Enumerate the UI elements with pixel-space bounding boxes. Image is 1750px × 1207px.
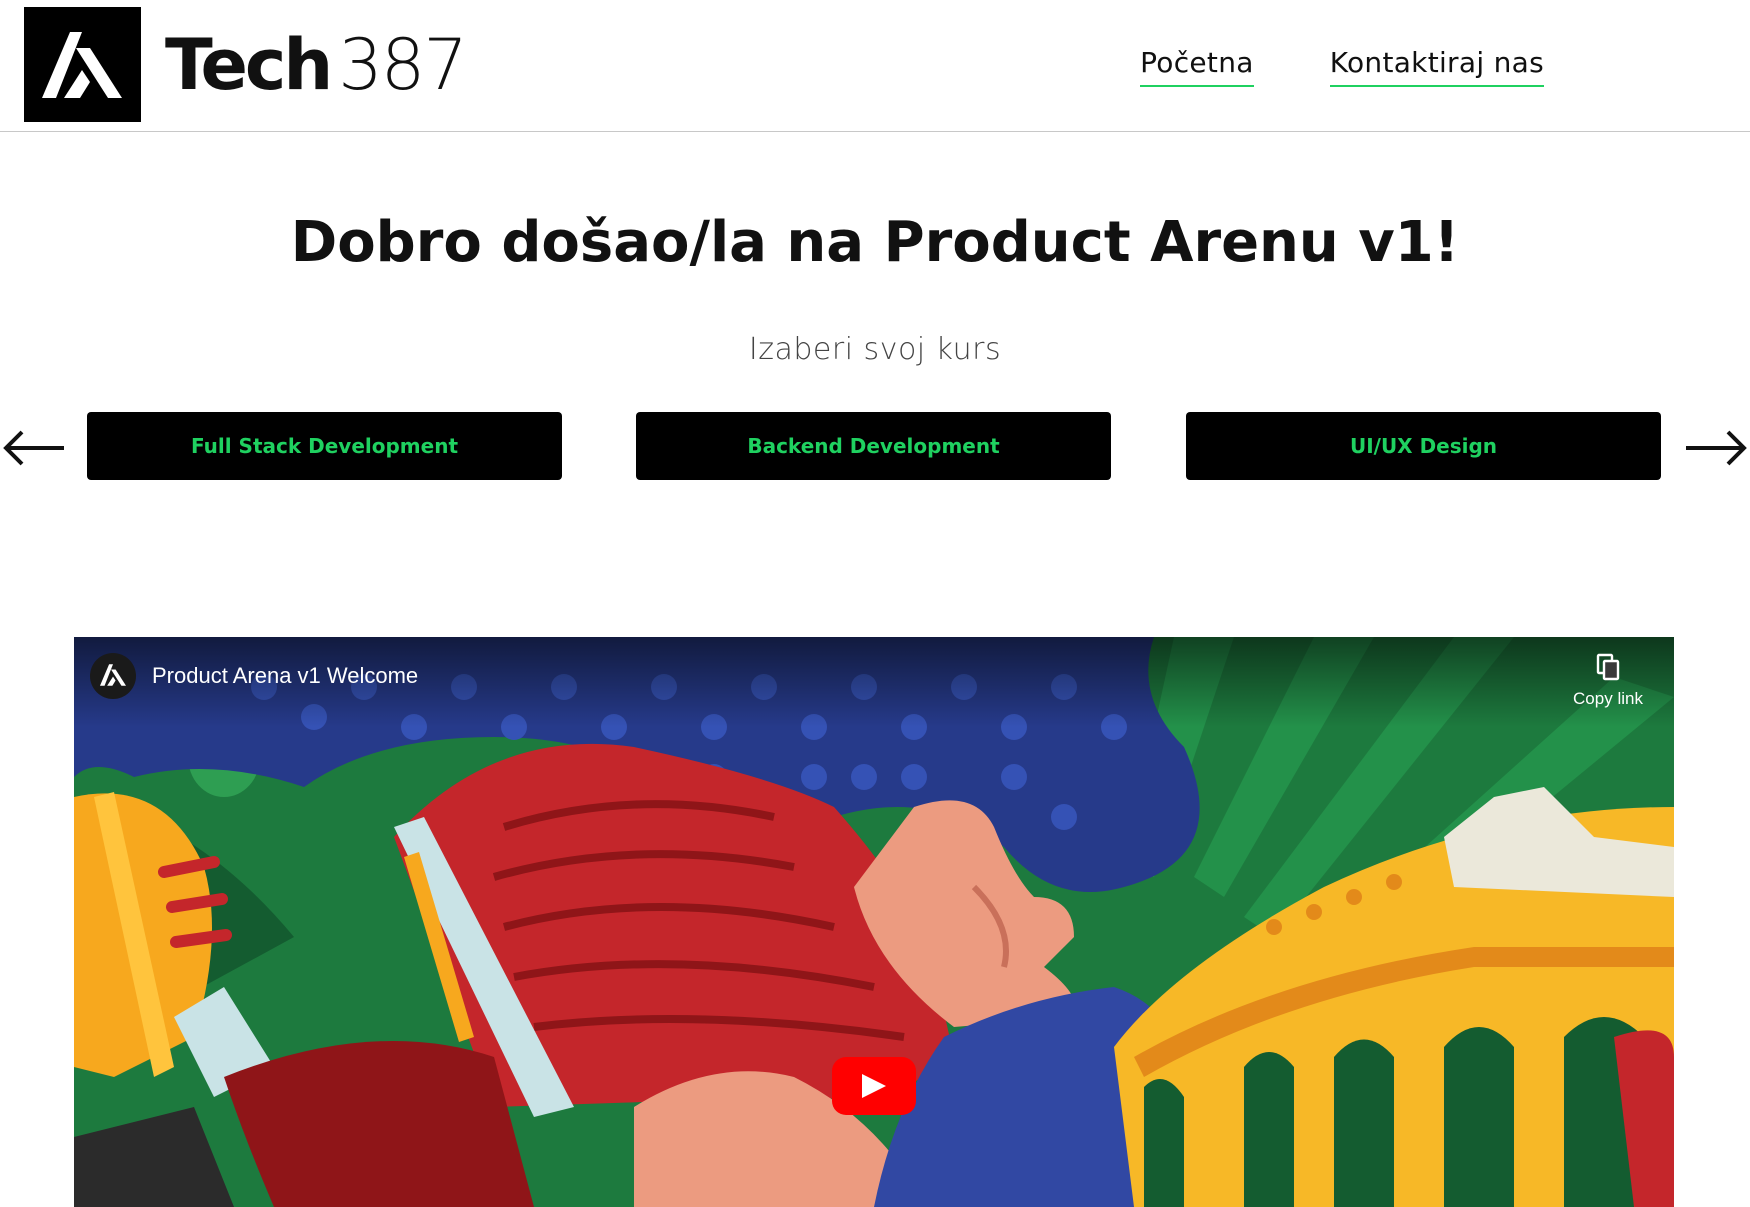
- main-nav: Početna Kontaktiraj nas: [1140, 46, 1544, 87]
- arrow-right-icon[interactable]: [1682, 428, 1748, 468]
- channel-logo-icon: [100, 664, 126, 686]
- copy-link-button[interactable]: Copy link: [1568, 653, 1648, 709]
- play-button[interactable]: [832, 1057, 916, 1115]
- video-title[interactable]: Product Arena v1 Welcome: [152, 663, 418, 689]
- copy-link-label: Copy link: [1573, 689, 1643, 708]
- page-title: Dobro došao/la na Product Arenu v1!: [290, 210, 1460, 275]
- video-player[interactable]: Product Arena v1 Welcome Copy link: [74, 637, 1674, 1207]
- copy-icon: [1596, 653, 1620, 681]
- site-header: Tech 387 Početna Kontaktiraj nas: [0, 0, 1750, 132]
- course-button-full-stack[interactable]: Full Stack Development: [87, 412, 562, 480]
- page-subtitle: Izaberi svoj kurs: [748, 332, 1002, 367]
- logo[interactable]: [24, 7, 141, 122]
- course-button-backend[interactable]: Backend Development: [636, 412, 1111, 480]
- channel-avatar[interactable]: [90, 653, 136, 699]
- logo-mark-icon: [42, 32, 122, 98]
- course-button-ui-ux[interactable]: UI/UX Design: [1186, 412, 1661, 480]
- arrow-left-icon[interactable]: [2, 428, 68, 468]
- nav-link-home[interactable]: Početna: [1140, 46, 1254, 87]
- nav-link-contact[interactable]: Kontaktiraj nas: [1329, 46, 1544, 87]
- brand-name-bold: Tech: [165, 24, 333, 106]
- play-icon: [862, 1074, 886, 1098]
- brand-name-number: 387: [338, 24, 468, 106]
- brand-name: Tech 387: [165, 24, 468, 108]
